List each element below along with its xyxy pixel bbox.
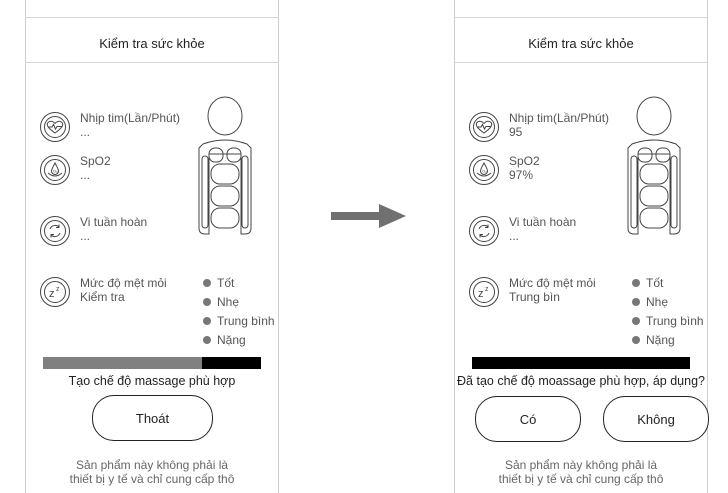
title-divider bbox=[26, 62, 278, 63]
legend-item-severe: Nặng bbox=[203, 330, 275, 349]
heart-rate-value: ... bbox=[80, 125, 91, 139]
page-title: Kiểm tra sức khỏe bbox=[528, 36, 634, 51]
progress-bar bbox=[472, 357, 690, 369]
svg-text:z: z bbox=[56, 286, 60, 293]
no-button[interactable]: Không bbox=[603, 396, 709, 442]
spo2-drop-icon: O₂ bbox=[40, 155, 70, 185]
spo2-value: 97% bbox=[509, 168, 534, 182]
microcirculation-label: Vi tuần hoàn bbox=[80, 215, 148, 229]
body-silhouette-icon bbox=[198, 96, 252, 235]
fatigue-legend: Tốt Nhẹ Trung bình Nặng bbox=[632, 273, 704, 349]
spo2-value: ... bbox=[80, 168, 91, 182]
disclaimer: Sản phẩm này không phải là thiết bị y tế… bbox=[498, 458, 664, 486]
top-divider bbox=[455, 17, 707, 18]
legend-dot bbox=[632, 278, 640, 287]
circulation-icon bbox=[40, 216, 70, 246]
heart-rate-value: 95 bbox=[509, 125, 523, 139]
legend-dot bbox=[203, 278, 211, 287]
legend-dot bbox=[632, 335, 640, 344]
fatigue-label: Mức độ mệt mỏi bbox=[509, 276, 596, 290]
progress-bar bbox=[43, 357, 261, 369]
spo2-label: SpO2 bbox=[509, 154, 540, 168]
progress-fill bbox=[43, 357, 203, 369]
exit-button[interactable]: Thoát bbox=[92, 395, 213, 441]
fatigue-zz-icon: zz bbox=[469, 277, 499, 307]
health-check-screen-after: Kiểm tra sức khỏe Nhịp tim(Lần/Phút) 95 … bbox=[454, 0, 709, 493]
fatigue-value: Kiểm tra bbox=[80, 290, 125, 304]
legend-dot bbox=[203, 316, 211, 325]
fatigue-value: Trung bìn bbox=[509, 290, 560, 304]
svg-text:z: z bbox=[478, 288, 484, 300]
page-title: Kiểm tra sức khỏe bbox=[99, 36, 205, 51]
heart-rate-icon bbox=[40, 112, 70, 142]
legend-item-medium: Trung bình bbox=[632, 311, 704, 330]
fatigue-legend: Tốt Nhẹ Trung bình Nặng bbox=[203, 273, 275, 349]
disclaimer: Sản phẩm này không phải là thiết bị y tế… bbox=[69, 458, 235, 486]
status-text: Đã tạo chế độ moassage phù hợp, áp dụng? bbox=[457, 374, 705, 388]
title-divider bbox=[455, 62, 707, 63]
yes-button[interactable]: Có bbox=[475, 396, 581, 442]
legend-item-mild: Nhẹ bbox=[632, 292, 704, 311]
svg-text:O₂: O₂ bbox=[53, 169, 58, 174]
fatigue-zz-icon: zz bbox=[40, 277, 70, 307]
spo2-label: SpO2 bbox=[80, 154, 111, 168]
microcirculation-value: ... bbox=[509, 229, 520, 243]
legend-dot bbox=[632, 297, 640, 306]
microcirculation-label: Vi tuần hoàn bbox=[509, 215, 577, 229]
legend-dot bbox=[203, 297, 211, 306]
body-silhouette-icon bbox=[627, 96, 681, 235]
legend-dot bbox=[203, 335, 211, 344]
svg-text:O₂: O₂ bbox=[482, 169, 487, 174]
spo2-drop-icon: O₂ bbox=[469, 155, 499, 185]
svg-text:z: z bbox=[49, 288, 55, 300]
right-arrow-icon bbox=[331, 204, 406, 228]
status-text: Tạo chế độ massage phù hợp bbox=[68, 374, 236, 388]
top-divider bbox=[26, 17, 278, 18]
fatigue-label: Mức độ mệt mỏi bbox=[80, 276, 167, 290]
legend-item-mild: Nhẹ bbox=[203, 292, 275, 311]
legend-item-medium: Trung bình bbox=[203, 311, 275, 330]
circulation-icon bbox=[469, 216, 499, 246]
legend-dot bbox=[632, 316, 640, 325]
legend-item-good: Tốt bbox=[203, 273, 275, 292]
legend-item-good: Tốt bbox=[632, 273, 704, 292]
progress-fill bbox=[472, 357, 690, 369]
health-check-screen-before: Kiểm tra sức khỏe Nhịp tim(Lần/Phút) ...… bbox=[25, 0, 279, 493]
legend-item-severe: Nặng bbox=[632, 330, 704, 349]
microcirculation-value: ... bbox=[80, 229, 91, 243]
heart-rate-label: Nhịp tim(Lần/Phút) bbox=[509, 111, 610, 125]
heart-rate-label: Nhịp tim(Lần/Phút) bbox=[80, 111, 181, 125]
heart-rate-icon bbox=[469, 112, 499, 142]
svg-text:z: z bbox=[485, 286, 489, 293]
